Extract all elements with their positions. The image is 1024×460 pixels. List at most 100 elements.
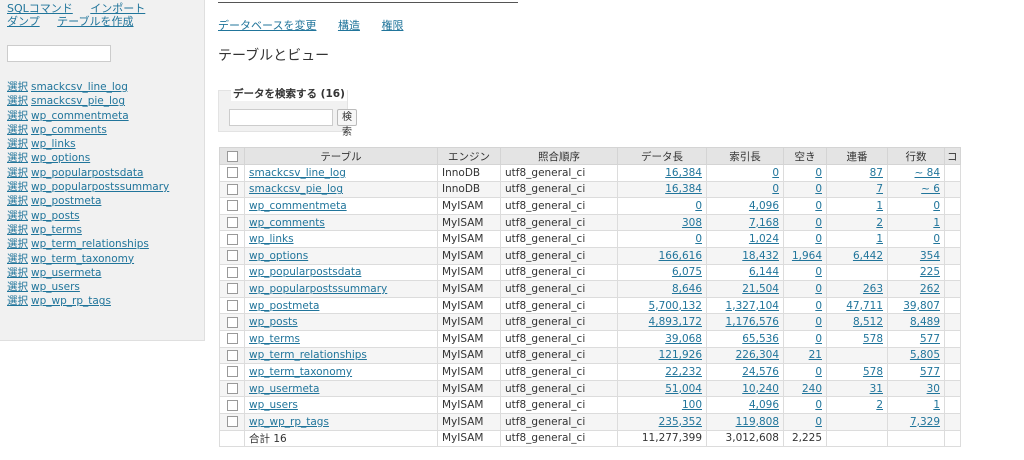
row-checkbox[interactable] bbox=[226, 399, 238, 411]
rows-link[interactable]: 1 bbox=[933, 217, 940, 229]
row-checkbox[interactable] bbox=[226, 233, 238, 245]
data-free-link[interactable]: 240 bbox=[802, 383, 822, 395]
select-link[interactable]: 選択 bbox=[7, 210, 28, 222]
data-length-link[interactable]: 4,893,172 bbox=[649, 316, 702, 328]
row-checkbox[interactable] bbox=[226, 333, 238, 345]
data-length-link[interactable]: 5,700,132 bbox=[649, 300, 702, 312]
auto-increment-link[interactable]: 7 bbox=[876, 183, 883, 195]
table-name-link[interactable]: wp_wp_rp_tags bbox=[249, 416, 329, 428]
rows-link[interactable]: 0 bbox=[933, 233, 940, 245]
data-length-link[interactable]: 39,068 bbox=[665, 333, 702, 345]
index-length-link[interactable]: 4,096 bbox=[749, 399, 779, 411]
data-free-link[interactable]: 0 bbox=[815, 233, 822, 245]
row-checkbox[interactable] bbox=[226, 183, 238, 195]
data-length-link[interactable]: 8,646 bbox=[672, 283, 702, 295]
sidebar-table-link[interactable]: wp_term_taxonomy bbox=[31, 253, 134, 265]
data-free-link[interactable]: 0 bbox=[815, 183, 822, 195]
auto-increment-link[interactable]: 87 bbox=[870, 167, 883, 179]
rows-link[interactable]: 39,807 bbox=[903, 300, 940, 312]
select-link[interactable]: 選択 bbox=[7, 253, 28, 265]
row-checkbox[interactable] bbox=[226, 316, 238, 328]
auto-increment-link[interactable]: 2 bbox=[876, 399, 883, 411]
table-name-link[interactable]: wp_links bbox=[249, 233, 294, 245]
data-free-link[interactable]: 0 bbox=[815, 366, 822, 378]
col-engine[interactable]: エンジン bbox=[437, 147, 501, 165]
table-name-link[interactable]: wp_postmeta bbox=[249, 300, 319, 312]
data-free-link[interactable]: 0 bbox=[815, 300, 822, 312]
data-length-link[interactable]: 16,384 bbox=[665, 167, 702, 179]
sidebar-table-link[interactable]: wp_usermeta bbox=[31, 267, 101, 279]
sidebar-table-link[interactable]: wp_links bbox=[31, 138, 76, 150]
index-length-link[interactable]: 1,024 bbox=[749, 233, 779, 245]
sidebar-table-link[interactable]: wp_term_relationships bbox=[31, 238, 149, 250]
col-index-length[interactable]: 索引長 bbox=[706, 147, 784, 165]
index-length-link[interactable]: 226,304 bbox=[736, 349, 779, 361]
sidebar-table-link[interactable]: wp_popularpostsdata bbox=[31, 167, 143, 179]
auto-increment-link[interactable]: 263 bbox=[863, 283, 883, 295]
sidebar-search-input[interactable] bbox=[7, 45, 111, 62]
index-length-link[interactable]: 18,432 bbox=[742, 250, 779, 262]
col-data-free[interactable]: 空き bbox=[783, 147, 827, 165]
rows-link[interactable]: 577 bbox=[920, 366, 940, 378]
row-checkbox[interactable] bbox=[226, 283, 238, 295]
data-length-link[interactable]: 0 bbox=[695, 200, 702, 212]
auto-increment-link[interactable]: 578 bbox=[863, 366, 883, 378]
data-length-link[interactable]: 6,075 bbox=[672, 266, 702, 278]
data-length-link[interactable]: 16,384 bbox=[665, 183, 702, 195]
data-free-link[interactable]: 0 bbox=[815, 316, 822, 328]
table-name-link[interactable]: wp_term_relationships bbox=[249, 349, 367, 361]
index-length-link[interactable]: 0 bbox=[772, 167, 779, 179]
data-free-link[interactable]: 1,964 bbox=[792, 250, 822, 262]
auto-increment-link[interactable]: 578 bbox=[863, 333, 883, 345]
table-name-link[interactable]: wp_terms bbox=[249, 333, 300, 345]
auto-increment-link[interactable]: 47,711 bbox=[846, 300, 883, 312]
data-length-link[interactable]: 308 bbox=[682, 217, 702, 229]
index-length-link[interactable]: 119,808 bbox=[736, 416, 779, 428]
table-name-link[interactable]: wp_options bbox=[249, 250, 308, 262]
index-length-link[interactable]: 65,536 bbox=[742, 333, 779, 345]
index-length-link[interactable]: 4,096 bbox=[749, 200, 779, 212]
search-input[interactable] bbox=[229, 109, 333, 126]
rows-link[interactable]: ~ 6 bbox=[921, 183, 940, 195]
auto-increment-link[interactable]: 8,512 bbox=[853, 316, 883, 328]
auto-increment-link[interactable]: 6,442 bbox=[853, 250, 883, 262]
sidebar-table-link[interactable]: smackcsv_line_log bbox=[31, 81, 128, 93]
data-free-link[interactable]: 0 bbox=[815, 333, 822, 345]
index-length-link[interactable]: 0 bbox=[772, 183, 779, 195]
create-table-link[interactable]: テーブルを作成 bbox=[57, 15, 133, 28]
col-data-length[interactable]: データ長 bbox=[617, 147, 707, 165]
data-length-link[interactable]: 0 bbox=[695, 233, 702, 245]
row-checkbox[interactable] bbox=[226, 366, 238, 378]
select-link[interactable]: 選択 bbox=[7, 295, 28, 307]
table-name-link[interactable]: wp_popularpostssummary bbox=[249, 283, 387, 295]
col-collation[interactable]: 照合順序 bbox=[500, 147, 618, 165]
row-checkbox[interactable] bbox=[226, 266, 238, 278]
select-all-checkbox[interactable] bbox=[226, 150, 238, 162]
index-length-link[interactable]: 7,168 bbox=[749, 217, 779, 229]
row-checkbox[interactable] bbox=[226, 416, 238, 428]
data-length-link[interactable]: 22,232 bbox=[665, 366, 702, 378]
data-free-link[interactable]: 0 bbox=[815, 399, 822, 411]
import-link[interactable]: インポート bbox=[90, 2, 145, 15]
rows-link[interactable]: 262 bbox=[920, 283, 940, 295]
row-checkbox[interactable] bbox=[226, 217, 238, 229]
sidebar-table-link[interactable]: wp_options bbox=[31, 152, 90, 164]
table-name-link[interactable]: wp_comments bbox=[249, 217, 325, 229]
table-name-link[interactable]: wp_commentmeta bbox=[249, 200, 347, 212]
index-length-link[interactable]: 21,504 bbox=[742, 283, 779, 295]
tab-structure[interactable]: 構造 bbox=[338, 19, 360, 32]
rows-link[interactable]: 577 bbox=[920, 333, 940, 345]
tab-privileges[interactable]: 権限 bbox=[381, 19, 403, 32]
data-length-link[interactable]: 121,926 bbox=[659, 349, 702, 361]
sidebar-table-link[interactable]: wp_popularpostssummary bbox=[31, 181, 169, 193]
sidebar-table-link[interactable]: smackcsv_pie_log bbox=[31, 95, 125, 107]
index-length-link[interactable]: 10,240 bbox=[742, 383, 779, 395]
row-checkbox[interactable] bbox=[226, 349, 238, 361]
rows-link[interactable]: 5,805 bbox=[910, 349, 940, 361]
select-link[interactable]: 選択 bbox=[7, 167, 28, 179]
table-name-link[interactable]: wp_posts bbox=[249, 316, 298, 328]
auto-increment-link[interactable]: 1 bbox=[876, 200, 883, 212]
table-name-link[interactable]: wp_popularpostsdata bbox=[249, 266, 361, 278]
data-free-link[interactable]: 0 bbox=[815, 200, 822, 212]
data-free-link[interactable]: 21 bbox=[809, 349, 822, 361]
